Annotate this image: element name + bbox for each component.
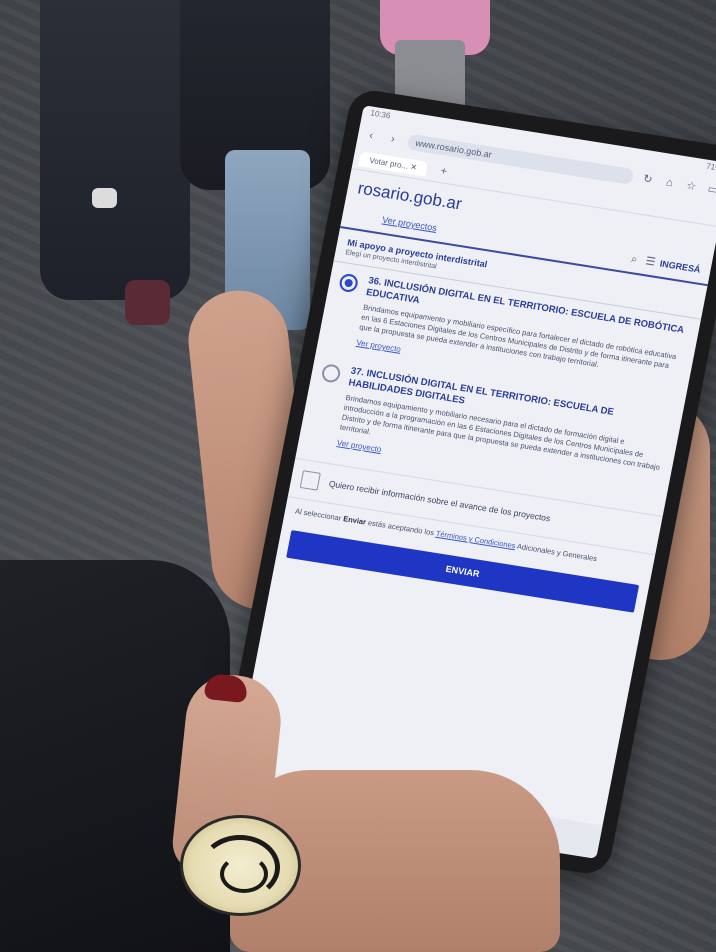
view-projects-link[interactable]: Ver proyectos [381, 215, 437, 233]
ring-swirl-pattern [220, 855, 268, 893]
battery-level: 71% [705, 161, 716, 173]
logo-suffix: .gob.ar [407, 186, 464, 214]
terms-middle: estás aceptando los [367, 518, 435, 538]
terms-suffix: Adicionales y Generales [516, 541, 598, 564]
updates-checkbox[interactable] [299, 470, 321, 491]
bookmark-icon[interactable]: ☆ [683, 178, 700, 194]
search-icon[interactable]: ⌕ [626, 251, 643, 267]
close-tab-icon[interactable]: ✕ [410, 162, 418, 172]
login-button[interactable]: INGRESÁ [659, 259, 701, 275]
reload-icon[interactable]: ↻ [639, 172, 656, 188]
bystander-legs [40, 0, 190, 300]
new-tab-icon[interactable]: + [435, 164, 452, 180]
terms-link[interactable]: Términos y Condiciones [435, 529, 516, 550]
status-time: 10:36 [369, 108, 392, 121]
sneaker [92, 188, 117, 208]
forward-icon[interactable]: › [385, 131, 402, 147]
back-icon[interactable]: ‹ [363, 128, 380, 144]
tabs-icon[interactable]: ▭ [705, 182, 716, 198]
menu-icon[interactable]: ☰ [642, 254, 659, 270]
home-icon[interactable]: ⌂ [661, 175, 678, 191]
radio-unselected[interactable] [320, 363, 342, 384]
terms-prefix: Al seleccionar [294, 506, 343, 523]
browser-tab-label: Votar pro... [368, 155, 410, 171]
view-project-link[interactable]: Ver proyecto [336, 438, 382, 454]
terms-bold: Enviar [342, 514, 367, 527]
logo-main: rosario [356, 178, 412, 206]
view-project-link[interactable]: Ver proyecto [356, 338, 402, 354]
shoe [125, 280, 170, 325]
street-scene-photo: 10:36 71% ‹ › www.rosario.gob.ar ↻ ⌂ ☆ ▭… [0, 0, 716, 952]
radio-selected[interactable] [338, 272, 360, 294]
